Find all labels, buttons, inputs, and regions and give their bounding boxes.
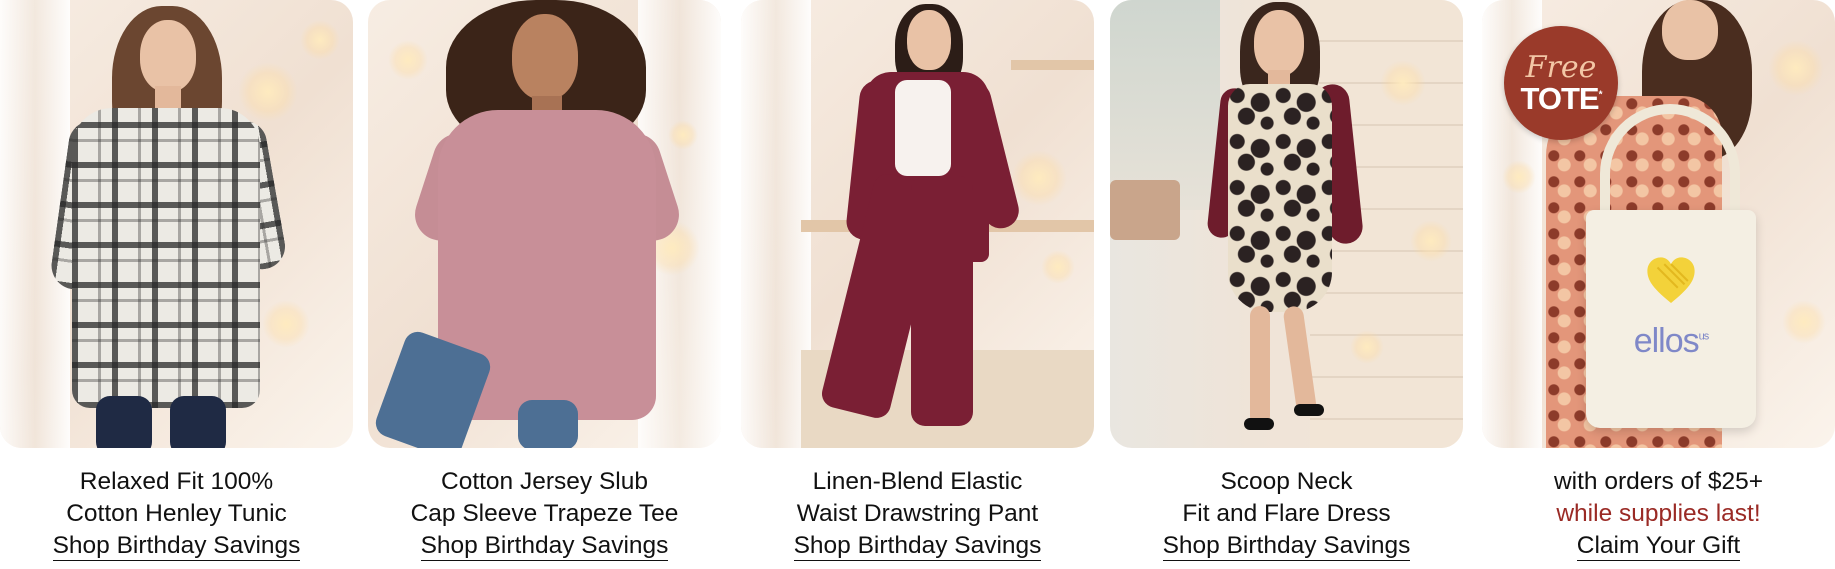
product-name-line-2: Cap Sleeve Trapeze Tee xyxy=(410,500,679,527)
product-name-line-1: Scoop Neck xyxy=(1220,468,1353,495)
product-name-line-2: Fit and Flare Dress xyxy=(1182,500,1391,527)
product-photo-fit-flare-dress[interactable] xyxy=(1110,0,1463,448)
product-name-line-2: Waist Drawstring Pant xyxy=(796,500,1039,527)
shop-birthday-savings-link[interactable]: Shop Birthday Savings xyxy=(1162,531,1411,561)
promo-caption: with orders of $25+ while supplies last!… xyxy=(1482,466,1835,562)
product-name-line-2: Cotton Henley Tunic xyxy=(66,500,287,527)
product-name-line-1: Cotton Jersey Slub xyxy=(441,468,648,495)
product-promo-row: Relaxed Fit 100% Cotton Henley Tunic Sho… xyxy=(0,0,1835,569)
tote-bag-image: ellosus xyxy=(1586,210,1756,428)
promo-card-free-tote: ellosus Free TOTE* with orders of $25+ w… xyxy=(1482,0,1835,569)
badge-tote-text: TOTE* xyxy=(1520,80,1602,116)
product-card-henley-tunic: Relaxed Fit 100% Cotton Henley Tunic Sho… xyxy=(0,0,353,569)
product-photo-henley-tunic[interactable] xyxy=(0,0,353,448)
product-card-drawstring-pant: Linen-Blend Elastic Waist Drawstring Pan… xyxy=(741,0,1094,569)
shop-birthday-savings-link[interactable]: Shop Birthday Savings xyxy=(420,531,669,561)
product-caption: Relaxed Fit 100% Cotton Henley Tunic Sho… xyxy=(0,466,353,562)
badge-free-text: Free xyxy=(1525,49,1597,85)
product-card-trapeze-tee: Cotton Jersey Slub Cap Sleeve Trapeze Te… xyxy=(368,0,721,569)
promo-line-1: with orders of $25+ xyxy=(1553,468,1764,495)
tote-brand-logo: ellosus xyxy=(1633,322,1710,360)
product-photo-trapeze-tee[interactable] xyxy=(368,0,721,448)
product-photo-drawstring-pant[interactable] xyxy=(741,0,1094,448)
shop-birthday-savings-link[interactable]: Shop Birthday Savings xyxy=(52,531,301,561)
product-name-line-1: Relaxed Fit 100% xyxy=(79,468,274,495)
heart-icon xyxy=(1647,257,1695,303)
product-card-fit-flare-dress: Scoop Neck Fit and Flare Dress Shop Birt… xyxy=(1110,0,1463,569)
product-caption: Cotton Jersey Slub Cap Sleeve Trapeze Te… xyxy=(368,466,721,562)
product-name-line-1: Linen-Blend Elastic xyxy=(812,468,1023,495)
claim-your-gift-link[interactable]: Claim Your Gift xyxy=(1576,531,1741,561)
product-caption: Scoop Neck Fit and Flare Dress Shop Birt… xyxy=(1110,466,1463,562)
shop-birthday-savings-link[interactable]: Shop Birthday Savings xyxy=(793,531,1042,561)
promo-photo-free-tote[interactable]: ellosus Free TOTE* xyxy=(1482,0,1835,448)
product-caption: Linen-Blend Elastic Waist Drawstring Pan… xyxy=(741,466,1094,562)
free-tote-badge: Free TOTE* xyxy=(1504,26,1618,140)
promo-line-2: while supplies last! xyxy=(1556,500,1761,527)
